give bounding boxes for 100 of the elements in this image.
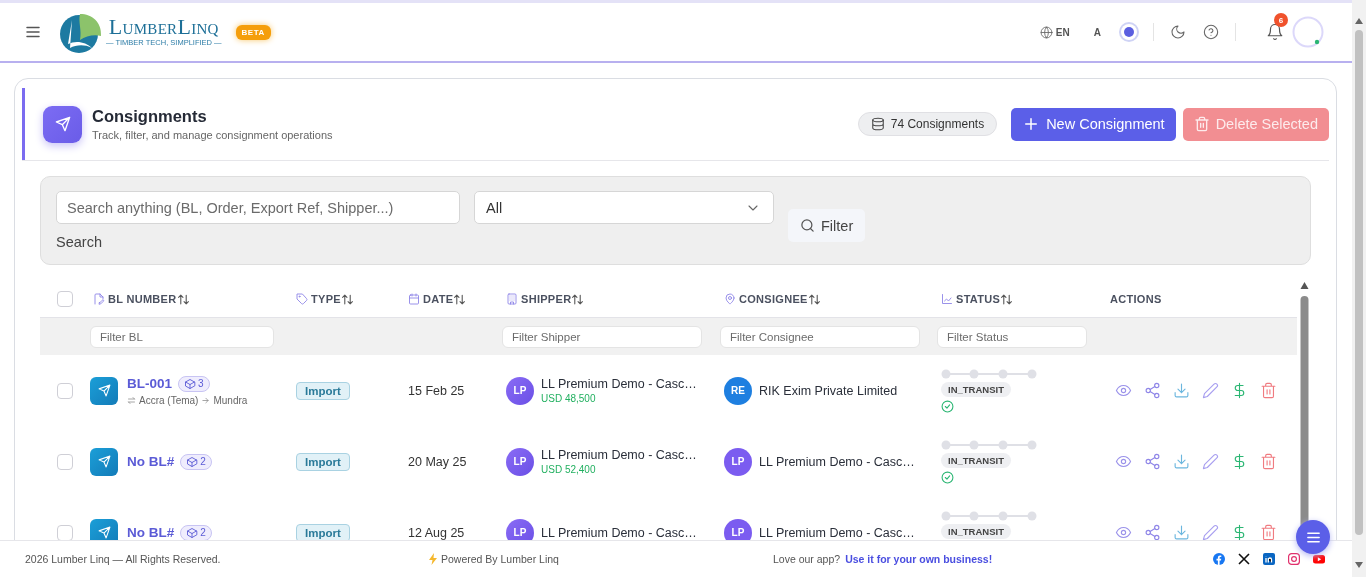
delete-button[interactable] [1260,382,1277,399]
notifications-button[interactable] [1266,23,1284,41]
status-chip: IN_TRANSIT [941,523,1011,539]
page-subtitle: Track, filter, and manage consignment operations [92,129,333,141]
search-icon [800,218,815,233]
delete-button[interactable] [1260,524,1277,541]
share-button[interactable] [1144,382,1161,399]
view-button[interactable] [1115,382,1132,399]
language-button[interactable]: EN [1039,25,1070,39]
linkedin-icon[interactable] [1263,553,1275,565]
download-icon [1173,524,1190,541]
swap-icon [127,395,136,405]
column-header[interactable]: DATE [408,292,467,306]
date-text: 20 May 25 [408,454,468,469]
moon-icon [1170,24,1186,40]
checkbox[interactable] [57,524,73,541]
lightning-icon [429,553,437,565]
checkbox[interactable] [57,453,73,470]
consignee-name: RIK Exim Private Limited [759,383,898,398]
facebook-icon[interactable] [1213,553,1225,565]
shipper-avatar: LP [506,447,534,476]
search-field[interactable]: Search anything (BL, Order, Export Ref, Shipper...) [56,191,460,224]
send-icon [97,526,111,539]
help-button[interactable] [1203,24,1219,40]
view-button[interactable] [1115,453,1132,470]
consignee-avatar: RE [724,376,752,405]
box-icon [186,526,199,539]
consignee-name: LL Premium Demo - Casc… [759,525,915,540]
edit-button[interactable] [1202,453,1219,470]
x-icon[interactable] [1238,553,1250,565]
font-size-button[interactable]: A [1093,26,1101,38]
trash-icon [1260,453,1277,470]
column-header[interactable]: BL NUMBER [93,292,190,306]
theme-color-button[interactable] [1121,24,1137,40]
share-button[interactable] [1144,524,1161,541]
youtube-icon[interactable] [1313,553,1325,565]
shipper-name: LL Premium Demo - Casc… [541,525,697,540]
help-icon [1203,24,1219,40]
box-icon [186,455,199,468]
promo-text: Love our app? [773,553,841,565]
promo-link[interactable]: Use it for your own business! [845,553,993,565]
copyright-text: 2026 Lumber Linq — All Rights Reserved. [25,553,222,565]
bl-number-link[interactable]: BL-001 [127,376,172,391]
column-header: ACTIONS [1110,293,1162,305]
consignee-avatar: LP [724,447,752,476]
share-icon [1144,382,1161,399]
floating-menu-button[interactable] [1296,520,1330,554]
bl-number-link[interactable]: No BL# [127,454,175,469]
box-icon [184,377,196,390]
shipper-name: LL Premium Demo - Casc… [541,448,697,462]
checkbox[interactable] [57,291,73,307]
download-button[interactable] [1173,453,1190,470]
bl-number-link[interactable]: No BL# [127,525,175,540]
database-icon [870,117,885,131]
date-text: 12 Aug 25 [408,525,466,540]
checkbox[interactable] [57,382,73,399]
download-button[interactable] [1173,524,1190,541]
column-filter-field[interactable]: Filter Shipper [502,325,702,348]
send-icon [54,116,71,132]
type-select[interactable]: All [474,191,774,224]
view-button[interactable] [1115,524,1132,541]
column-header[interactable]: TYPE [296,292,354,306]
column-header[interactable]: SHIPPER [506,292,585,306]
new-consignment-button[interactable]: New Consignment [1011,107,1176,141]
column-filter-field[interactable]: Filter Status [937,325,1087,348]
type-tag: Import [296,452,350,471]
search-label: Search [56,234,103,250]
accent-bar [22,88,25,160]
amount-text: USD 52,400 [541,464,597,475]
globe-icon [1039,25,1053,39]
column-filter-field[interactable]: Filter BL [90,325,274,348]
logo-text: LumberLinq [108,16,219,38]
consignee-name: LL Premium Demo - Casc… [759,454,915,469]
download-icon [1173,453,1190,470]
type-tag: Import [296,381,350,400]
beta-badge: BETA [235,24,271,40]
count-text: 74 Consignments [890,117,985,131]
column-header[interactable]: STATUS [941,292,1014,306]
instagram-icon[interactable] [1288,553,1300,565]
shipper-avatar: LP [506,376,534,405]
edit-button[interactable] [1202,524,1219,541]
column-header[interactable]: CONSIGNEE [724,292,821,306]
share-icon [1144,524,1161,541]
share-button[interactable] [1144,453,1161,470]
edit-button[interactable] [1202,382,1219,399]
date-text: 15 Feb 25 [408,383,466,398]
powered-by-text: Powered By Lumber Linq [441,553,559,565]
delete-button[interactable] [1260,453,1277,470]
status-chip: IN_TRANSIT [941,381,1011,397]
send-icon [97,455,111,468]
trash-icon [1260,524,1277,541]
download-button[interactable] [1173,382,1190,399]
package-count: 3 [198,378,204,389]
filter-button[interactable]: Filter [788,209,866,242]
column-filter-field[interactable]: Filter Consignee [720,325,920,348]
type-tag: Import [296,523,350,542]
trash-icon [1193,116,1210,132]
avatar-icon[interactable] [1292,16,1324,48]
dark-mode-button[interactable] [1170,24,1186,40]
arrow-right-icon [201,395,211,405]
